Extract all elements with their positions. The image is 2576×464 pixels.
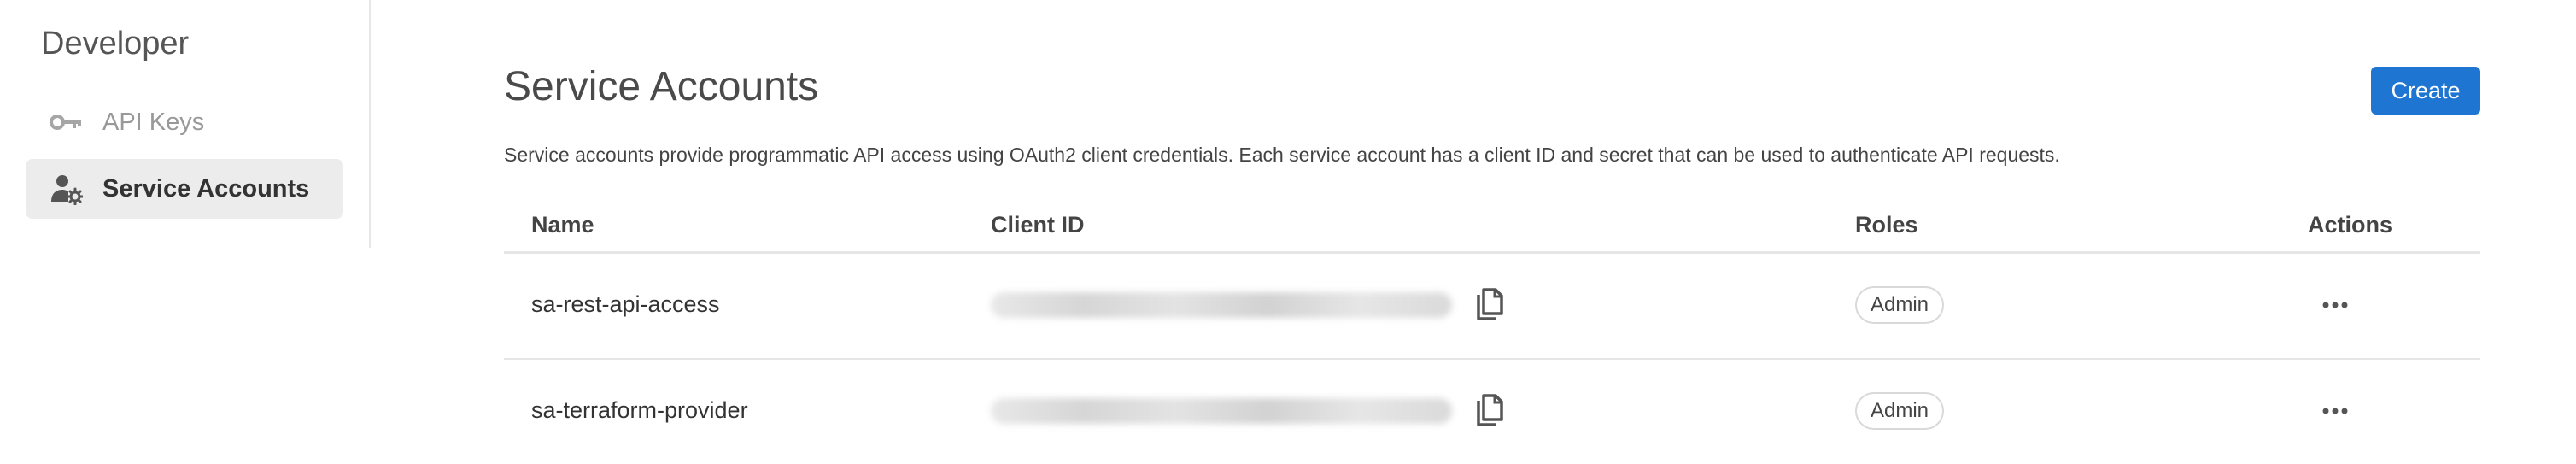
sidebar-item-label: Service Accounts — [102, 174, 310, 203]
page-title: Service Accounts — [504, 64, 819, 109]
more-horizontal-icon[interactable] — [2311, 394, 2359, 428]
user-gear-icon — [48, 170, 85, 208]
role-badge: Admin — [1855, 392, 1945, 430]
sidebar-title: Developer — [41, 26, 190, 62]
client-id-cell — [991, 281, 1508, 329]
create-button[interactable]: Create — [2371, 67, 2480, 115]
sidebar-item-service-accounts[interactable]: Service Accounts — [26, 159, 343, 219]
client-id-blurred — [991, 292, 1452, 318]
column-header-actions: Actions — [2308, 212, 2393, 238]
table-row: sa-terraform-provider Admin — [504, 360, 2480, 464]
key-icon — [48, 103, 85, 141]
sidebar: Developer API Keys Service Accounts — [0, 0, 371, 248]
copy-icon[interactable] — [1471, 391, 1508, 432]
roles-cell: Admin — [1855, 286, 1945, 324]
client-id-blurred — [991, 398, 1452, 424]
account-name: sa-rest-api-access — [531, 291, 720, 317]
column-header-name: Name — [531, 212, 594, 238]
copy-icon[interactable] — [1471, 285, 1508, 326]
account-name: sa-terraform-provider — [531, 397, 748, 423]
more-horizontal-icon[interactable] — [2311, 288, 2359, 322]
role-badge: Admin — [1855, 286, 1945, 324]
table-row: sa-rest-api-access Admin — [504, 254, 2480, 360]
sidebar-item-api-keys[interactable]: API Keys — [26, 92, 343, 152]
roles-cell: Admin — [1855, 392, 1945, 430]
client-id-cell — [991, 387, 1508, 435]
column-header-client-id: Client ID — [991, 212, 1085, 238]
sidebar-item-label: API Keys — [102, 108, 205, 136]
table-header: Name Client ID Roles Actions — [504, 197, 2480, 254]
page-description: Service accounts provide programmatic AP… — [504, 144, 2060, 166]
service-accounts-table: Name Client ID Roles Actions sa-rest-api… — [504, 197, 2480, 464]
column-header-roles: Roles — [1855, 212, 1918, 238]
